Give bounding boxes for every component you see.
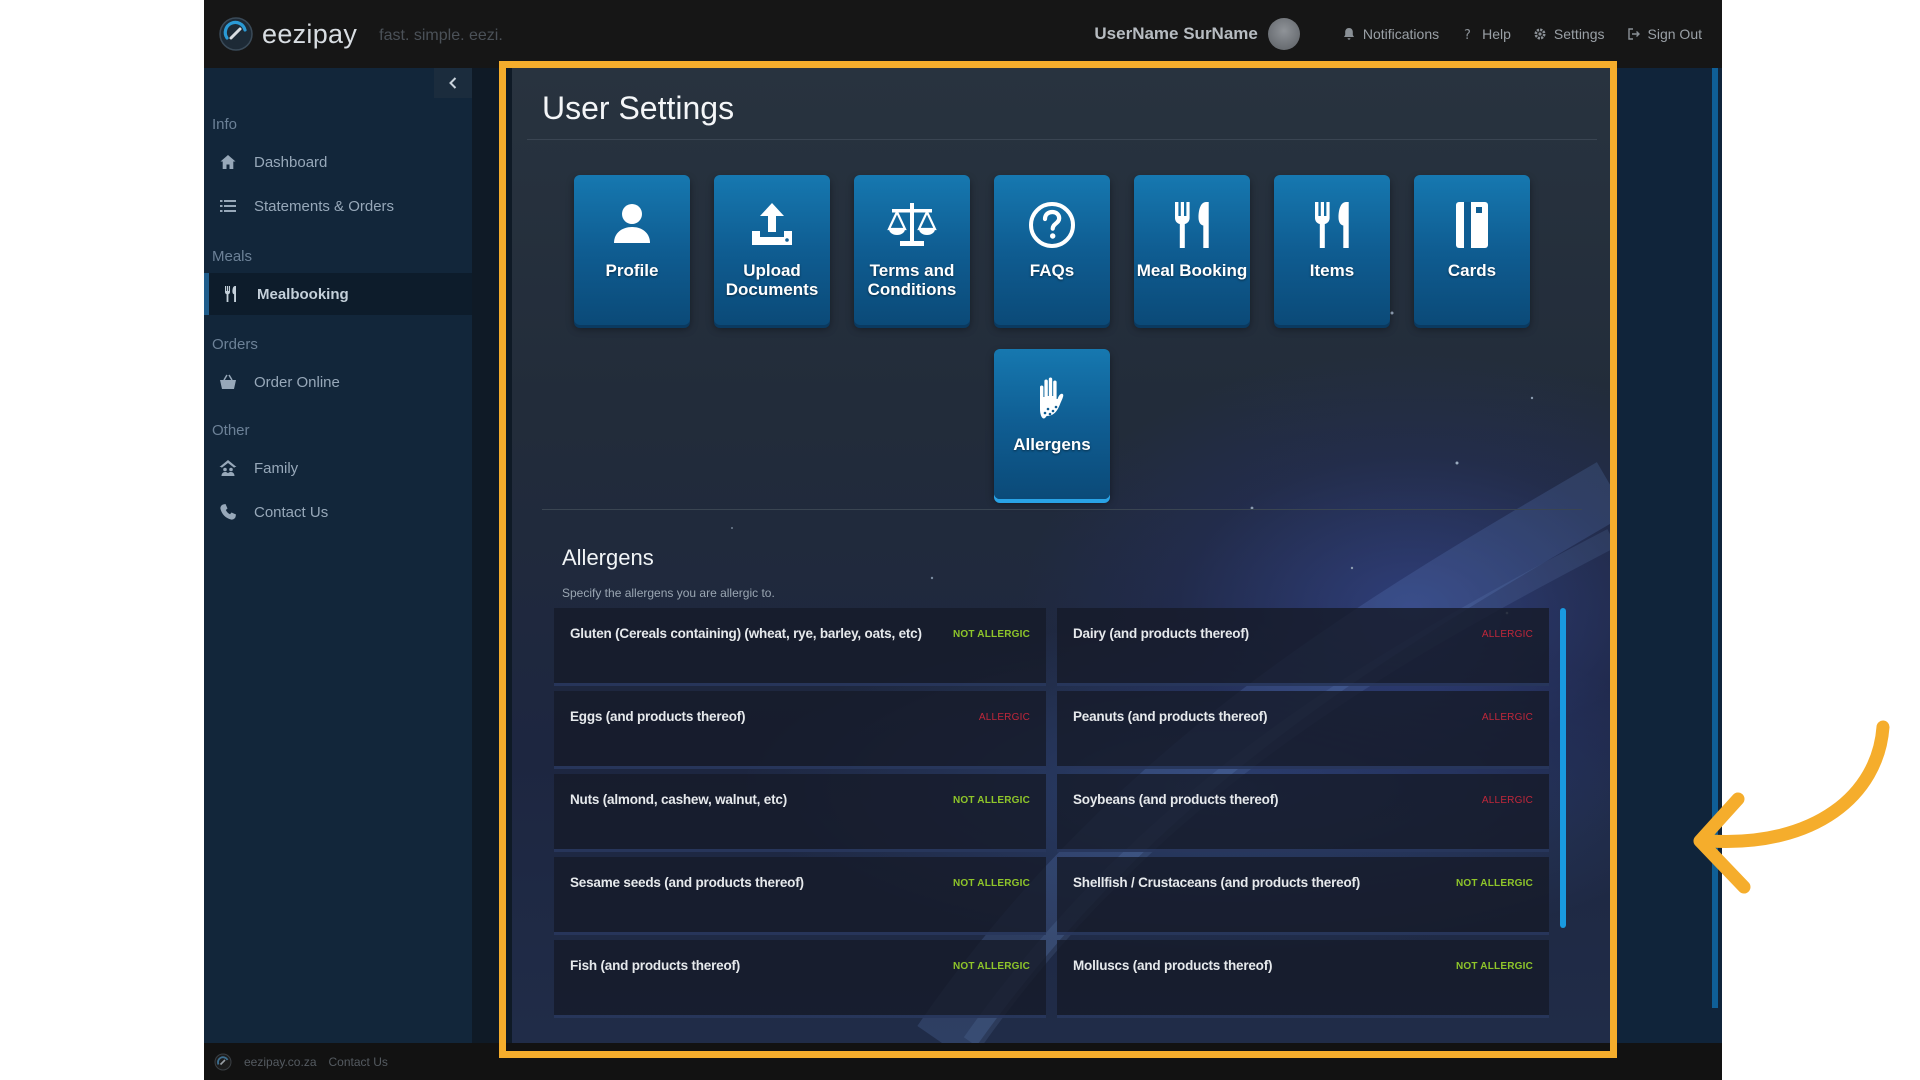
sign-out-label: Sign Out [1647,26,1702,42]
sidebar-item-label: Order Online [254,373,340,391]
callout-arrow [1693,720,1890,894]
settings-link[interactable]: Settings [1533,26,1605,42]
avatar[interactable] [1267,18,1300,50]
help-label: Help [1482,26,1511,42]
bell-icon [1343,28,1354,40]
sidebar-item-contact[interactable]: Contact Us [204,491,472,533]
settings-label: Settings [1553,26,1605,42]
footer-site-link[interactable]: eezipay.co.za [244,1055,317,1069]
top-bar: eezipay fast. simple. eezi. UserName Sur… [204,0,1722,68]
sidebar-item-label: Contact Us [254,503,329,521]
sidebar-section-info: Info [212,116,238,133]
home-icon [218,152,238,172]
sign-out-icon [1627,28,1640,40]
sidebar-item-label: Dashboard [254,153,328,171]
list-icon [218,196,238,216]
notifications-link[interactable]: Notifications [1342,26,1439,42]
logo[interactable]: eezipay [218,16,357,52]
gear-icon [1534,28,1546,40]
sidebar-item-statements[interactable]: Statements & Orders [204,185,472,227]
svg-text:?: ? [1464,28,1471,41]
brand-tagline: fast. simple. eezi. [379,27,503,44]
sidebar-item-dashboard[interactable]: Dashboard [204,141,472,183]
chevron-left-icon [449,77,457,89]
sidebar-item-mealbooking[interactable]: Mealbooking [204,273,472,315]
family-home-icon [218,458,238,478]
footer-contact-link[interactable]: Contact Us [329,1055,388,1069]
sidebar: Info Dashboard Statements & Orders Meals… [204,68,472,1043]
basket-icon [218,372,238,392]
sign-out-link[interactable]: Sign Out [1627,26,1702,42]
sidebar-item-label: Statements & Orders [254,197,395,215]
sidebar-item-family[interactable]: Family [204,447,472,489]
phone-icon [218,502,238,522]
cutlery-icon [221,284,241,304]
sidebar-item-label: Mealbooking [257,285,349,303]
help-link[interactable]: ? Help [1461,26,1511,42]
sidebar-section-orders: Orders [212,336,258,353]
question-mark-icon: ? [1464,28,1471,41]
notifications-label: Notifications [1362,26,1440,42]
username[interactable]: UserName SurName [1094,24,1257,44]
eezipay-footer-logo-icon [214,1053,232,1070]
sidebar-section-meals: Meals [212,248,253,265]
brand-name: eezipay [262,18,358,49]
highlight-frame [499,61,1617,1058]
top-nav: UserName SurName Notifications ? Help Se… [1094,0,1702,68]
sidebar-section-other: Other [212,422,250,439]
eezipay-logo-icon [219,17,253,51]
sidebar-item-label: Family [254,459,299,477]
sidebar-item-order-online[interactable]: Order Online [204,361,472,403]
collapse-sidebar-button[interactable] [434,68,472,98]
